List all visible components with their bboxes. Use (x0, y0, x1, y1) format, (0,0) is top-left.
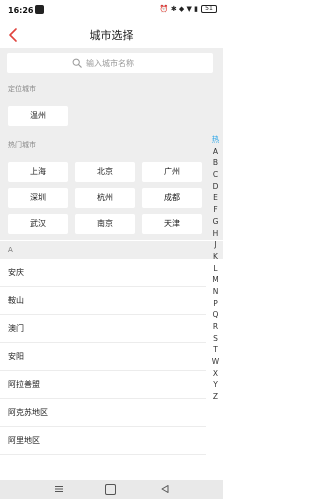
status-icons: ⏰ ✱ ◆ ▼ ▮ 51 (160, 5, 217, 13)
city-list-item[interactable]: 阿克苏地区 (0, 399, 206, 427)
alphabet-index-bar[interactable]: 热 A B C D E F G H J K L M N P Q R S T W … (208, 134, 223, 403)
index-letter[interactable]: S (208, 333, 223, 345)
hot-city-button[interactable]: 杭州 (75, 188, 135, 208)
index-letter[interactable]: Z (208, 391, 223, 403)
battery-icon: 51 (201, 5, 217, 13)
index-letter[interactable]: Y (208, 379, 223, 391)
page-title: 城市选择 (89, 29, 134, 42)
city-list-item[interactable]: 澳门 (0, 315, 206, 343)
hot-city-grid: 上海 北京 广州 深圳 杭州 成都 武汉 南京 天津 (0, 156, 223, 240)
located-city-button[interactable]: 温州 (8, 106, 68, 126)
index-letter[interactable]: Q (208, 309, 223, 321)
system-navigation-bar (0, 480, 223, 499)
system-back-icon[interactable] (160, 484, 170, 494)
index-letter[interactable]: L (208, 263, 223, 275)
index-letter[interactable]: E (208, 192, 223, 204)
status-bar: 16:26 ⏰ ✱ ◆ ▼ ▮ 51 (0, 0, 223, 22)
index-letter[interactable]: X (208, 368, 223, 380)
city-list: 安庆 鞍山 澳门 安阳 阿拉善盟 阿克苏地区 阿里地区 (0, 259, 206, 455)
search-icon (72, 58, 82, 68)
index-letter[interactable]: F (208, 204, 223, 216)
city-list-item[interactable]: 阿里地区 (0, 427, 206, 455)
notification-icon (35, 5, 44, 14)
city-list-item[interactable]: 鞍山 (0, 287, 206, 315)
location-area: 温州 (0, 100, 223, 134)
index-letter[interactable]: T (208, 344, 223, 356)
hot-city-button[interactable]: 南京 (75, 214, 135, 234)
index-letter[interactable]: C (208, 169, 223, 181)
index-letter[interactable]: N (208, 286, 223, 298)
index-letter[interactable]: G (208, 216, 223, 228)
index-letter[interactable]: D (208, 181, 223, 193)
letter-section-header: A (0, 241, 223, 259)
index-letter[interactable]: K (208, 251, 223, 263)
index-letter[interactable]: A (208, 146, 223, 158)
hot-city-button[interactable]: 上海 (8, 162, 68, 182)
index-item-hot[interactable]: 热 (208, 134, 223, 146)
index-letter[interactable]: B (208, 157, 223, 169)
status-indicators-icon: ⏰ ✱ ◆ ▼ ▮ (159, 5, 198, 13)
hot-city-button[interactable]: 武汉 (8, 214, 68, 234)
navigation-bar: 城市选择 (0, 22, 223, 48)
hot-city-button[interactable]: 天津 (142, 214, 202, 234)
index-letter[interactable]: H (208, 228, 223, 240)
index-letter[interactable]: J (208, 239, 223, 251)
hot-city-button[interactable]: 广州 (142, 162, 202, 182)
index-letter[interactable]: P (208, 298, 223, 310)
hot-city-button[interactable]: 北京 (75, 162, 135, 182)
city-list-item[interactable]: 阿拉善盟 (0, 371, 206, 399)
search-box[interactable] (7, 53, 213, 73)
status-time: 16:26 (8, 6, 34, 15)
city-list-item[interactable]: 安阳 (0, 343, 206, 371)
hot-city-button[interactable]: 成都 (142, 188, 202, 208)
location-section-header: 定位城市 (0, 78, 223, 100)
recent-apps-icon[interactable] (54, 484, 64, 494)
search-section (0, 48, 223, 78)
index-letter[interactable]: R (208, 321, 223, 333)
hot-section-header: 热门城市 (0, 134, 223, 156)
search-input[interactable] (86, 58, 148, 68)
city-list-item[interactable]: 安庆 (0, 259, 206, 287)
hot-city-button[interactable]: 深圳 (8, 188, 68, 208)
index-letter[interactable]: W (208, 356, 223, 368)
home-icon[interactable] (105, 484, 116, 495)
index-letter[interactable]: M (208, 274, 223, 286)
